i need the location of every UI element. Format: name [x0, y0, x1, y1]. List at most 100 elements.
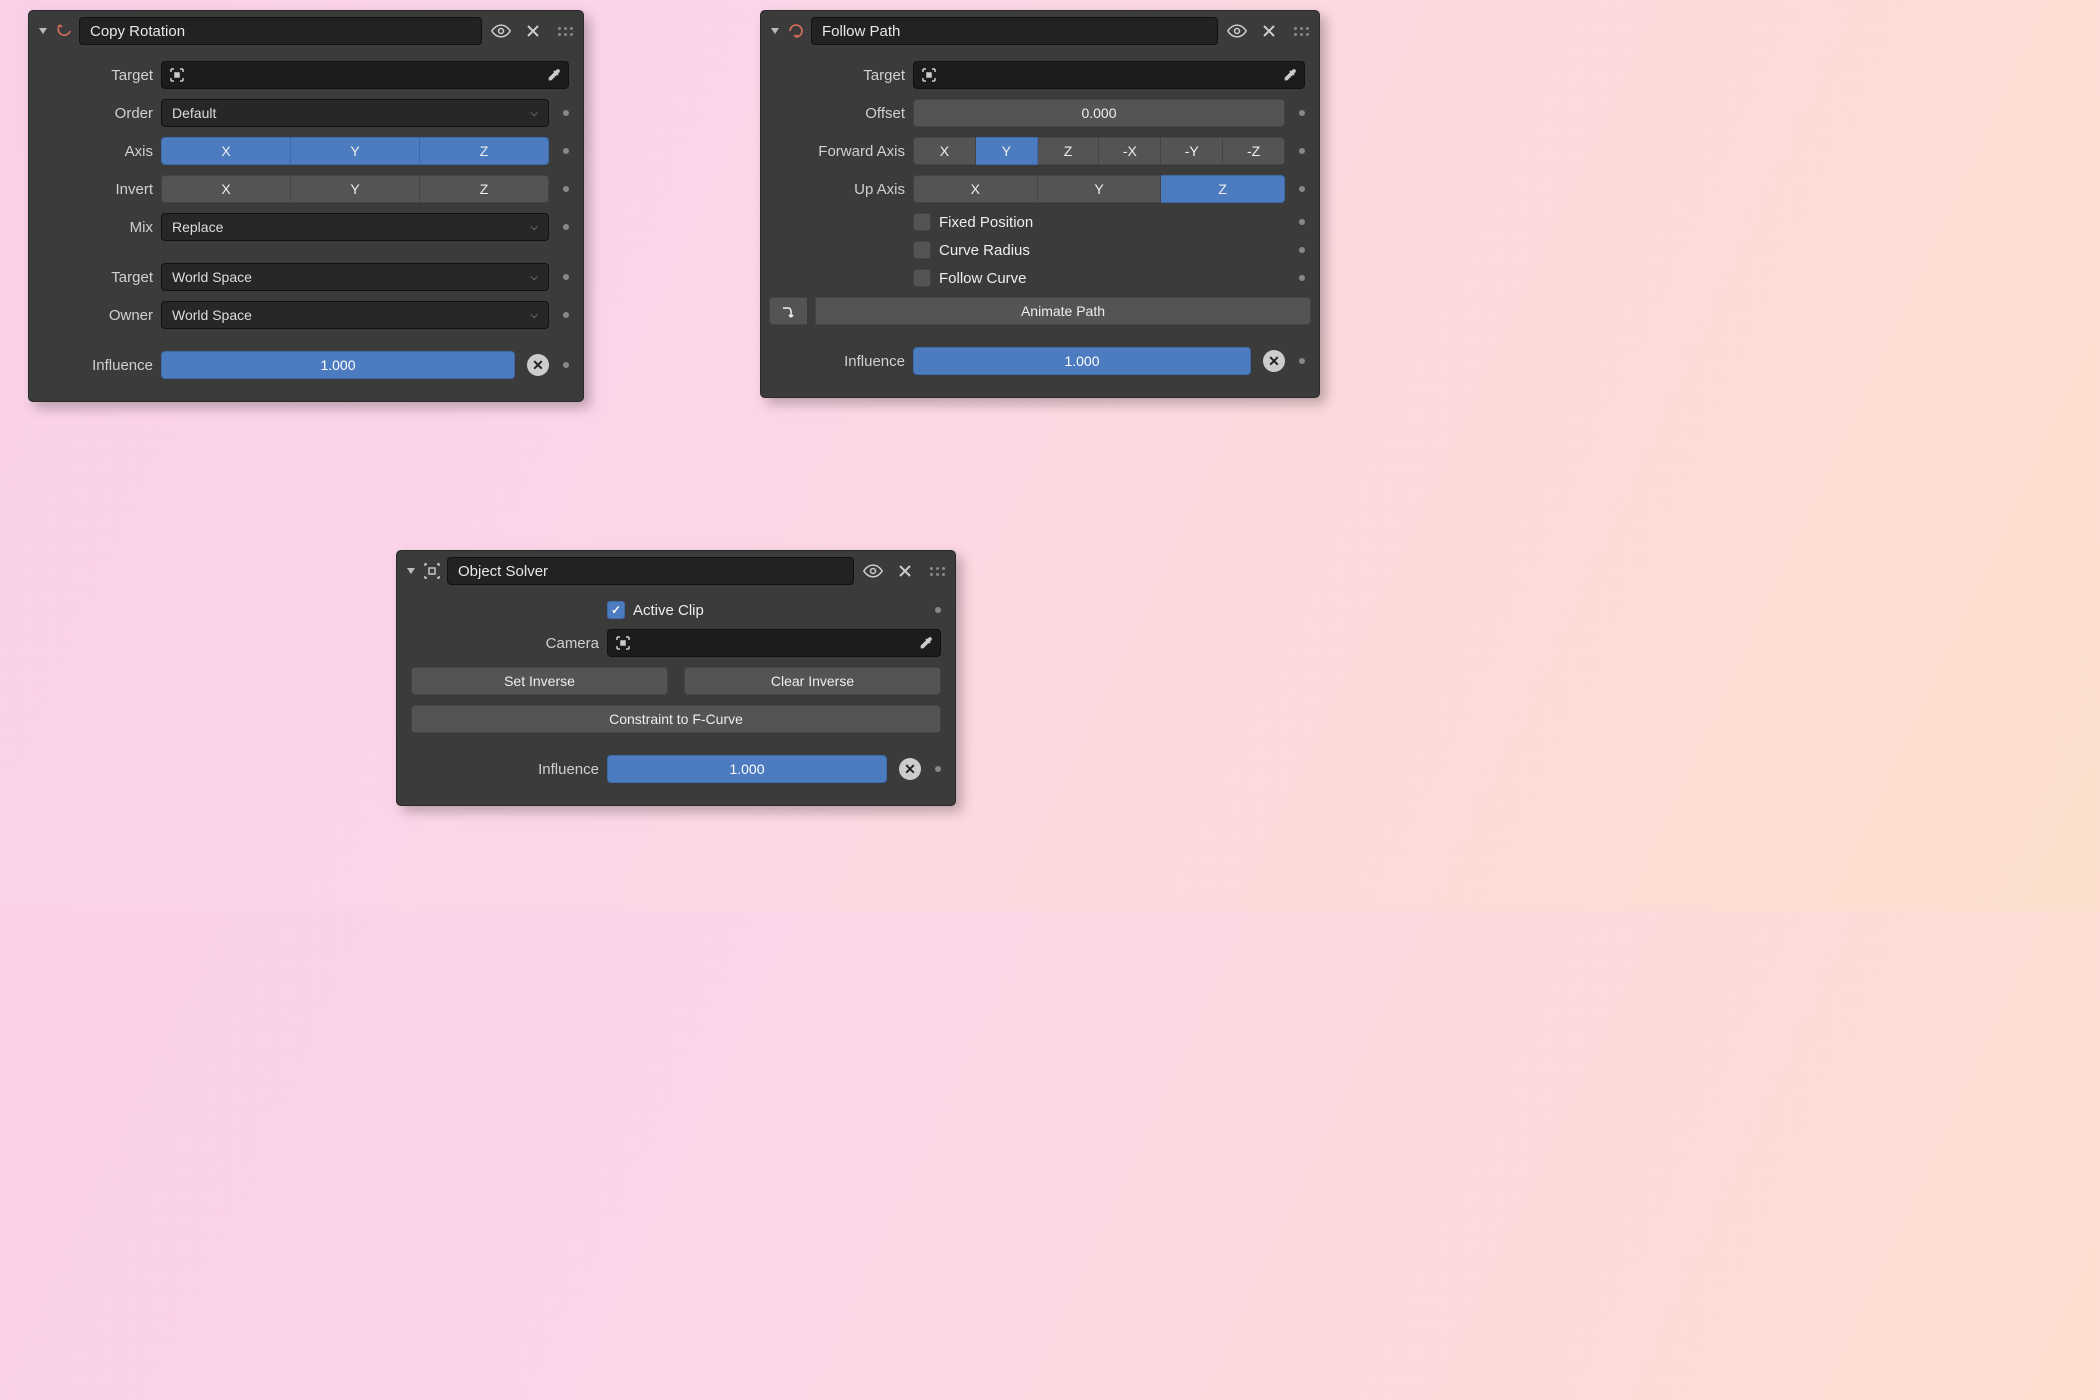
fixed-position-label: Fixed Position — [939, 214, 1033, 231]
keyframe-dot[interactable] — [1299, 186, 1305, 192]
set-inverse-button[interactable]: Set Inverse — [411, 667, 668, 695]
eyedropper-icon[interactable] — [546, 67, 562, 83]
target-space-dropdown[interactable]: World Space ⌵ — [161, 263, 549, 291]
clear-inverse-button[interactable]: Clear Inverse — [684, 667, 941, 695]
mix-dropdown[interactable]: Replace ⌵ — [161, 213, 549, 241]
panel-header: Copy Rotation — [29, 11, 583, 51]
close-icon[interactable] — [520, 18, 546, 44]
keyframe-dot[interactable] — [1299, 247, 1305, 253]
influence-slider[interactable]: 1.000 — [913, 347, 1251, 375]
drag-handle-icon[interactable] — [930, 567, 945, 576]
forward-x-toggle[interactable]: X — [913, 137, 976, 165]
keyframe-dot[interactable] — [563, 148, 569, 154]
keyframe-dot[interactable] — [935, 607, 941, 613]
curve-radius-checkbox[interactable] — [913, 241, 931, 259]
invert-y-toggle[interactable]: Y — [291, 175, 420, 203]
keyframe-dot[interactable] — [563, 274, 569, 280]
animate-path-button[interactable]: Animate Path — [815, 297, 1311, 325]
influence-value: 1.000 — [729, 761, 764, 777]
clear-influence-button[interactable]: ✕ — [1263, 350, 1285, 372]
keyframe-dot[interactable] — [563, 312, 569, 318]
mix-value: Replace — [172, 219, 223, 235]
object-icon — [920, 66, 938, 84]
target-space-label: Target — [43, 269, 153, 286]
target-input[interactable] — [913, 61, 1305, 89]
camera-input[interactable] — [607, 629, 941, 657]
chevron-down-icon: ⌵ — [530, 272, 538, 283]
keyframe-dot[interactable] — [935, 766, 941, 772]
target-input[interactable] — [161, 61, 569, 89]
fixed-position-checkbox[interactable] — [913, 213, 931, 231]
forward-ny-toggle[interactable]: -Y — [1161, 137, 1223, 165]
panel-title-input[interactable]: Follow Path — [811, 17, 1218, 45]
influence-value: 1.000 — [1064, 353, 1099, 369]
up-z-toggle[interactable]: Z — [1161, 175, 1285, 203]
owner-space-dropdown[interactable]: World Space⌵ — [161, 301, 549, 329]
up-y-toggle[interactable]: Y — [1038, 175, 1162, 203]
target-label: Target — [43, 67, 153, 84]
active-clip-checkbox[interactable] — [607, 601, 625, 619]
disclosure-icon[interactable] — [407, 568, 415, 574]
keyframe-dot[interactable] — [563, 110, 569, 116]
influence-slider[interactable]: 1.000 — [161, 351, 515, 379]
up-x-toggle[interactable]: X — [913, 175, 1038, 203]
offset-field[interactable]: 0.000 — [913, 99, 1285, 127]
animate-path-icon-button[interactable] — [769, 297, 807, 325]
keyframe-dot[interactable] — [563, 362, 569, 368]
invert-label: Invert — [43, 181, 153, 198]
chevron-down-icon: ⌵ — [530, 222, 538, 233]
panel-title-input[interactable]: Copy Rotation — [79, 17, 482, 45]
disclosure-icon[interactable] — [771, 28, 779, 34]
axis-x-toggle[interactable]: X — [161, 137, 291, 165]
keyframe-dot[interactable] — [563, 224, 569, 230]
constraint-to-fcurve-button[interactable]: Constraint to F-Curve — [411, 705, 941, 733]
eyedropper-icon[interactable] — [1282, 67, 1298, 83]
follow-curve-checkbox[interactable] — [913, 269, 931, 287]
target-label: Target — [775, 67, 905, 84]
owner-label: Owner — [43, 307, 153, 324]
object-icon — [614, 634, 632, 652]
offset-value: 0.000 — [1081, 105, 1116, 121]
influence-value: 1.000 — [320, 357, 355, 373]
axis-toggle-group: X Y Z — [161, 137, 549, 165]
eye-icon[interactable] — [860, 558, 886, 584]
constraint-panel-object-solver: Object Solver Active Clip Camera — [396, 550, 956, 806]
panel-title-input[interactable]: Object Solver — [447, 557, 854, 585]
forward-nx-toggle[interactable]: -X — [1099, 137, 1161, 165]
keyframe-dot[interactable] — [1299, 148, 1305, 154]
drag-handle-icon[interactable] — [558, 27, 573, 36]
disclosure-icon[interactable] — [39, 28, 47, 34]
up-axis-label: Up Axis — [775, 181, 905, 198]
close-icon[interactable] — [892, 558, 918, 584]
target-space-value: World Space — [172, 269, 252, 285]
invert-z-toggle[interactable]: Z — [420, 175, 549, 203]
curve-radius-label: Curve Radius — [939, 242, 1030, 259]
influence-slider[interactable]: 1.000 — [607, 755, 887, 783]
owner-value: World Space — [172, 307, 252, 323]
keyframe-dot[interactable] — [1299, 358, 1305, 364]
object-solver-icon — [423, 562, 441, 580]
eye-icon[interactable] — [1224, 18, 1250, 44]
clear-influence-button[interactable]: ✕ — [899, 758, 921, 780]
drag-handle-icon[interactable] — [1294, 27, 1309, 36]
forward-z-toggle[interactable]: Z — [1038, 137, 1100, 165]
eye-icon[interactable] — [488, 18, 514, 44]
eyedropper-icon[interactable] — [918, 635, 934, 651]
axis-y-toggle[interactable]: Y — [291, 137, 420, 165]
keyframe-dot[interactable] — [563, 186, 569, 192]
forward-y-toggle[interactable]: Y — [976, 137, 1038, 165]
order-dropdown[interactable]: Default ⌵ — [161, 99, 549, 127]
axis-z-toggle[interactable]: Z — [420, 137, 549, 165]
forward-nz-toggle[interactable]: -Z — [1223, 137, 1285, 165]
chevron-down-icon: ⌵ — [530, 108, 538, 119]
keyframe-dot[interactable] — [1299, 275, 1305, 281]
close-icon[interactable] — [1256, 18, 1282, 44]
keyframe-dot[interactable] — [1299, 219, 1305, 225]
clear-influence-button[interactable]: ✕ — [527, 354, 549, 376]
keyframe-dot[interactable] — [1299, 110, 1305, 116]
forward-axis-label: Forward Axis — [775, 143, 905, 160]
object-icon — [168, 66, 186, 84]
invert-x-toggle[interactable]: X — [161, 175, 291, 203]
order-value: Default — [172, 105, 216, 121]
influence-label: Influence — [43, 357, 153, 374]
